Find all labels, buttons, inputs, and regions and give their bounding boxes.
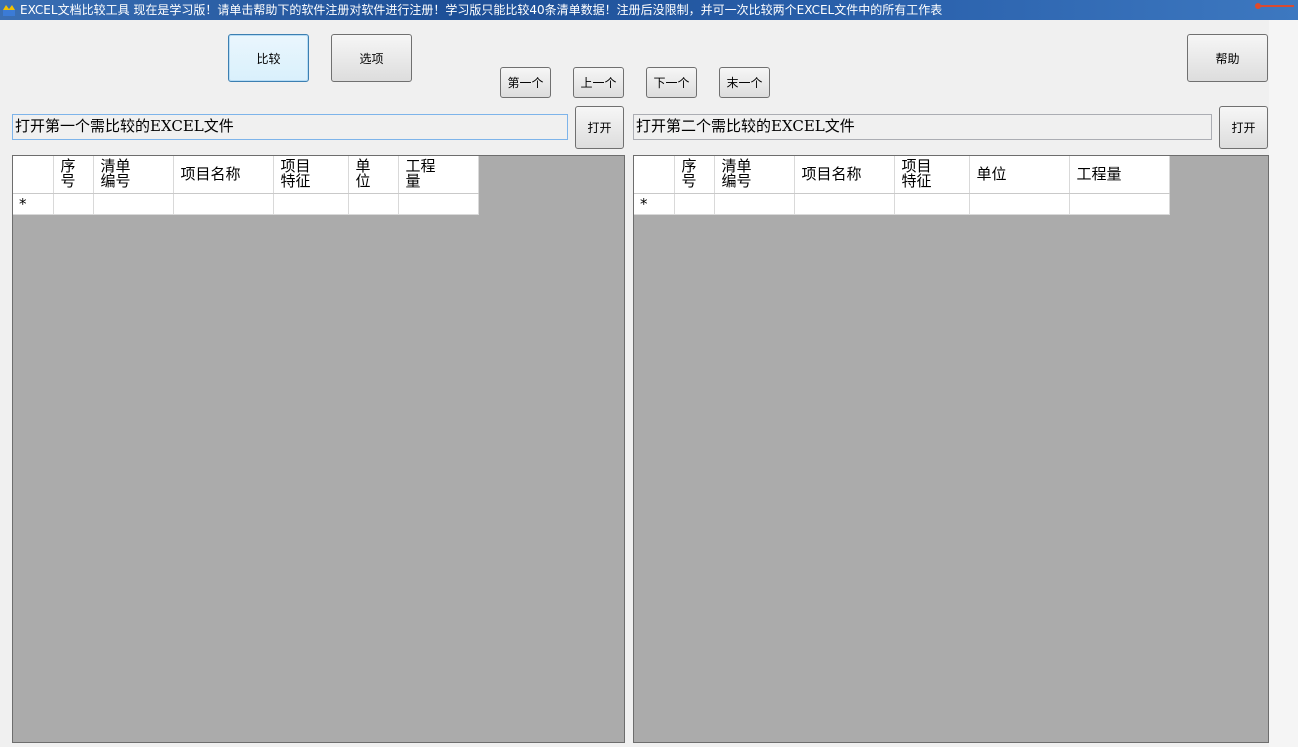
header-row: 序号 清单 编号 项目名称 项目 特征 单位 工程量 (13, 156, 479, 194)
window-right-edge (1269, 20, 1298, 747)
column-header-name[interactable]: 项目名称 (173, 156, 274, 194)
column-header-quantity[interactable]: 工程量 (398, 156, 479, 194)
column-header-feature[interactable]: 项目 特征 (894, 156, 970, 194)
last-button[interactable]: 末一个 (719, 67, 770, 98)
column-header-label: 项目名称 (801, 164, 862, 183)
table-cell[interactable] (894, 193, 970, 215)
column-header-label: 项目 特征 (280, 157, 311, 191)
column-header-label: 序号 (681, 157, 697, 191)
column-header-label: 项目 特征 (901, 157, 932, 191)
table-cell[interactable] (53, 193, 94, 215)
table-cell[interactable] (348, 193, 399, 215)
new-row[interactable]: * (13, 193, 479, 215)
column-header-code[interactable]: 清单 编号 (93, 156, 174, 194)
new-row-marker[interactable]: * (13, 193, 54, 215)
column-header-label: 项目名称 (180, 164, 241, 183)
table-cell[interactable] (93, 193, 174, 215)
column-header-label: 工程量 (1076, 164, 1122, 183)
table-cell[interactable] (273, 193, 349, 215)
options-button[interactable]: 选项 (331, 34, 412, 82)
header-row: 序号 清单 编号 项目名称 项目 特征 单位 工程量 (634, 156, 1170, 194)
new-row-marker[interactable]: * (634, 193, 675, 215)
table-cell[interactable] (1069, 193, 1170, 215)
row-header-corner[interactable] (13, 156, 54, 194)
table-cell[interactable] (794, 193, 895, 215)
table-cell[interactable] (969, 193, 1070, 215)
next-button[interactable]: 下一个 (646, 67, 697, 98)
window-control-icon[interactable] (1254, 3, 1294, 9)
first-button[interactable]: 第一个 (500, 67, 551, 98)
column-header-code[interactable]: 清单 编号 (714, 156, 795, 194)
column-header-label: 清单 编号 (721, 157, 752, 191)
table-cell[interactable] (674, 193, 715, 215)
table-cell[interactable] (173, 193, 274, 215)
second-file-table: 序号 清单 编号 项目名称 项目 特征 单位 工程量 * (634, 156, 1170, 215)
open-first-file-button[interactable]: 打开 (575, 106, 624, 149)
column-header-label: 工程量 (405, 157, 436, 191)
new-row[interactable]: * (634, 193, 1170, 215)
title-bar: EXCEL文档比较工具 现在是学习版！请单击帮助下的软件注册对软件进行注册！学习… (0, 0, 1298, 20)
help-button[interactable]: 帮助 (1187, 34, 1268, 82)
row-header-corner[interactable] (634, 156, 675, 194)
column-header-unit[interactable]: 单位 (969, 156, 1070, 194)
column-header-label: 序号 (60, 157, 76, 191)
first-file-table: 序号 清单 编号 项目名称 项目 特征 单位 工程量 * (13, 156, 479, 215)
column-header-seq[interactable]: 序号 (53, 156, 94, 194)
table-cell[interactable] (714, 193, 795, 215)
prev-button[interactable]: 上一个 (573, 67, 624, 98)
window-title: EXCEL文档比较工具 现在是学习版！请单击帮助下的软件注册对软件进行注册！学习… (20, 3, 943, 17)
first-file-grid[interactable]: 序号 清单 编号 项目名称 项目 特征 单位 工程量 * (12, 155, 625, 743)
column-header-seq[interactable]: 序号 (674, 156, 715, 194)
column-header-label: 清单 编号 (100, 157, 131, 191)
column-header-label: 单位 (355, 157, 371, 191)
column-header-unit[interactable]: 单位 (348, 156, 399, 194)
column-header-feature[interactable]: 项目 特征 (273, 156, 349, 194)
compare-button[interactable]: 比较 (228, 34, 309, 82)
column-header-label: 单位 (976, 164, 1007, 183)
app-icon (3, 5, 15, 16)
first-file-path-field[interactable]: 打开第一个需比较的EXCEL文件 (12, 114, 568, 140)
column-header-quantity[interactable]: 工程量 (1069, 156, 1170, 194)
open-second-file-button[interactable]: 打开 (1219, 106, 1268, 149)
column-header-name[interactable]: 项目名称 (794, 156, 895, 194)
second-file-grid[interactable]: 序号 清单 编号 项目名称 项目 特征 单位 工程量 * (633, 155, 1269, 743)
second-file-path-field[interactable]: 打开第二个需比较的EXCEL文件 (633, 114, 1212, 140)
table-cell[interactable] (398, 193, 479, 215)
